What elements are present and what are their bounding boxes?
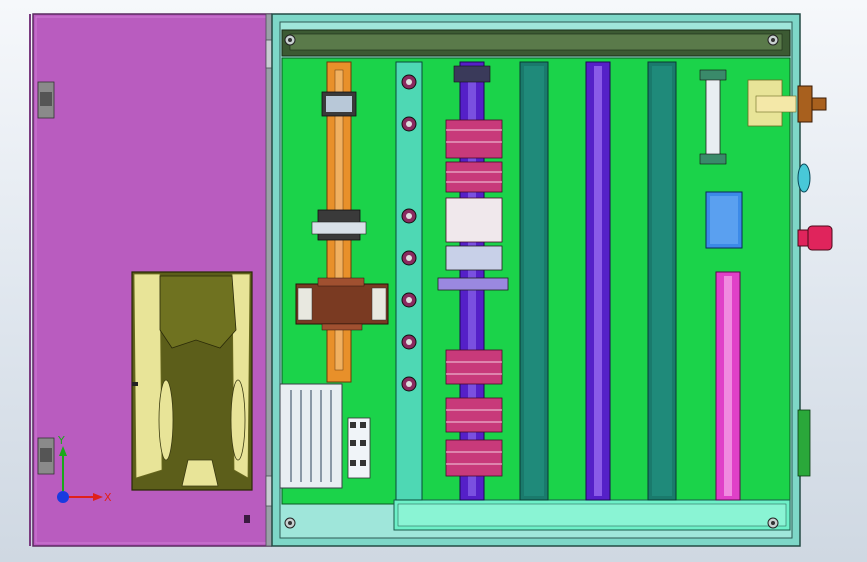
cable-gland-strip — [797, 409, 811, 477]
power-supply — [279, 383, 343, 489]
screw-icon — [767, 517, 779, 529]
screw-icon — [401, 334, 417, 350]
screw-icon — [401, 208, 417, 224]
axis-y-label: Y — [57, 434, 65, 447]
transformer — [295, 277, 389, 331]
control-panel-blue — [705, 191, 743, 249]
din-rail-magenta — [715, 271, 741, 501]
din-rail-purple — [585, 61, 611, 501]
screw-icon — [401, 250, 417, 266]
screw-icon — [401, 376, 417, 392]
screw-icon — [401, 116, 417, 132]
screw-icon — [284, 34, 296, 46]
terminal-block-small — [347, 417, 371, 479]
cabinet-drawing: Y X — [29, 13, 833, 547]
axis-x-label: X — [104, 491, 112, 504]
hinge-icon — [37, 81, 55, 119]
screw-icon — [401, 292, 417, 308]
document-holder — [131, 271, 253, 491]
screw-icon — [284, 517, 296, 529]
screw-icon — [401, 74, 417, 90]
screw-icon — [767, 34, 779, 46]
hinge-icon — [37, 437, 55, 475]
wiring-duct — [647, 61, 677, 501]
wiring-duct — [519, 61, 549, 501]
emergency-stop-icon[interactable] — [797, 225, 833, 251]
indicator-light — [797, 163, 811, 193]
knob-icon[interactable] — [797, 85, 827, 123]
din-rail-cyan — [395, 61, 423, 501]
cabinet-door[interactable] — [29, 13, 272, 547]
